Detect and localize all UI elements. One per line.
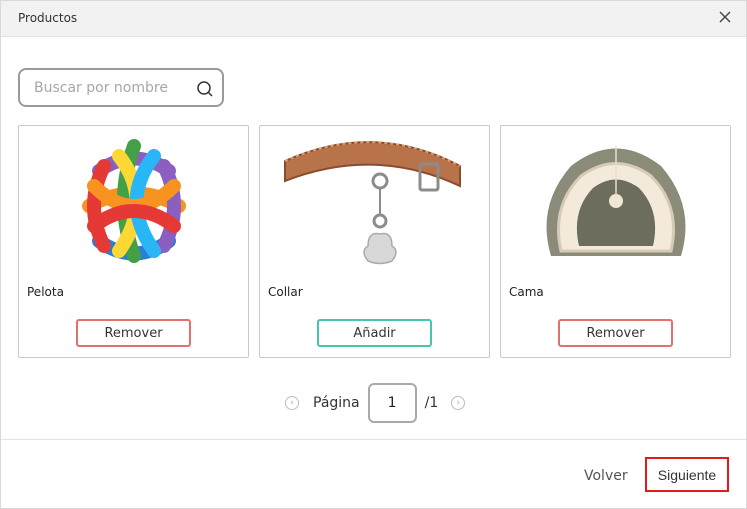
page-total: /1 <box>424 395 439 411</box>
page-number-input[interactable]: 1 <box>367 383 417 423</box>
product-card: Collar Añadir <box>259 125 490 358</box>
dialog-header: Productos <box>1 1 746 37</box>
search-input[interactable] <box>32 78 186 97</box>
product-image-ball <box>39 126 228 276</box>
pagination: ‹ Página 1 /1 › <box>285 383 466 423</box>
products-dialog: Productos Buscar por nombre Pelota Remov… <box>0 0 747 509</box>
back-button[interactable]: Volver <box>584 468 628 484</box>
product-name: Collar <box>268 285 303 299</box>
dialog-title: Productos <box>18 11 78 25</box>
product-name: Pelota <box>27 285 64 299</box>
product-image-collar <box>280 126 469 276</box>
remove-button[interactable]: Remover <box>76 319 191 347</box>
next-page-icon[interactable]: › <box>451 396 466 410</box>
product-image-bed <box>521 126 710 276</box>
add-button[interactable]: Añadir <box>317 319 432 347</box>
close-icon[interactable] <box>716 8 734 26</box>
product-name: Cama <box>509 285 544 299</box>
prev-page-icon[interactable]: ‹ <box>285 396 299 410</box>
remove-button[interactable]: Remover <box>558 319 673 347</box>
search-icon[interactable] <box>196 80 214 98</box>
product-card: Pelota Remover <box>18 125 249 358</box>
footer-divider <box>1 439 746 440</box>
next-button[interactable]: Siguiente <box>645 457 729 492</box>
search-box <box>18 68 224 107</box>
product-card: Cama Remover <box>500 125 731 358</box>
page-label: Página <box>313 395 360 411</box>
